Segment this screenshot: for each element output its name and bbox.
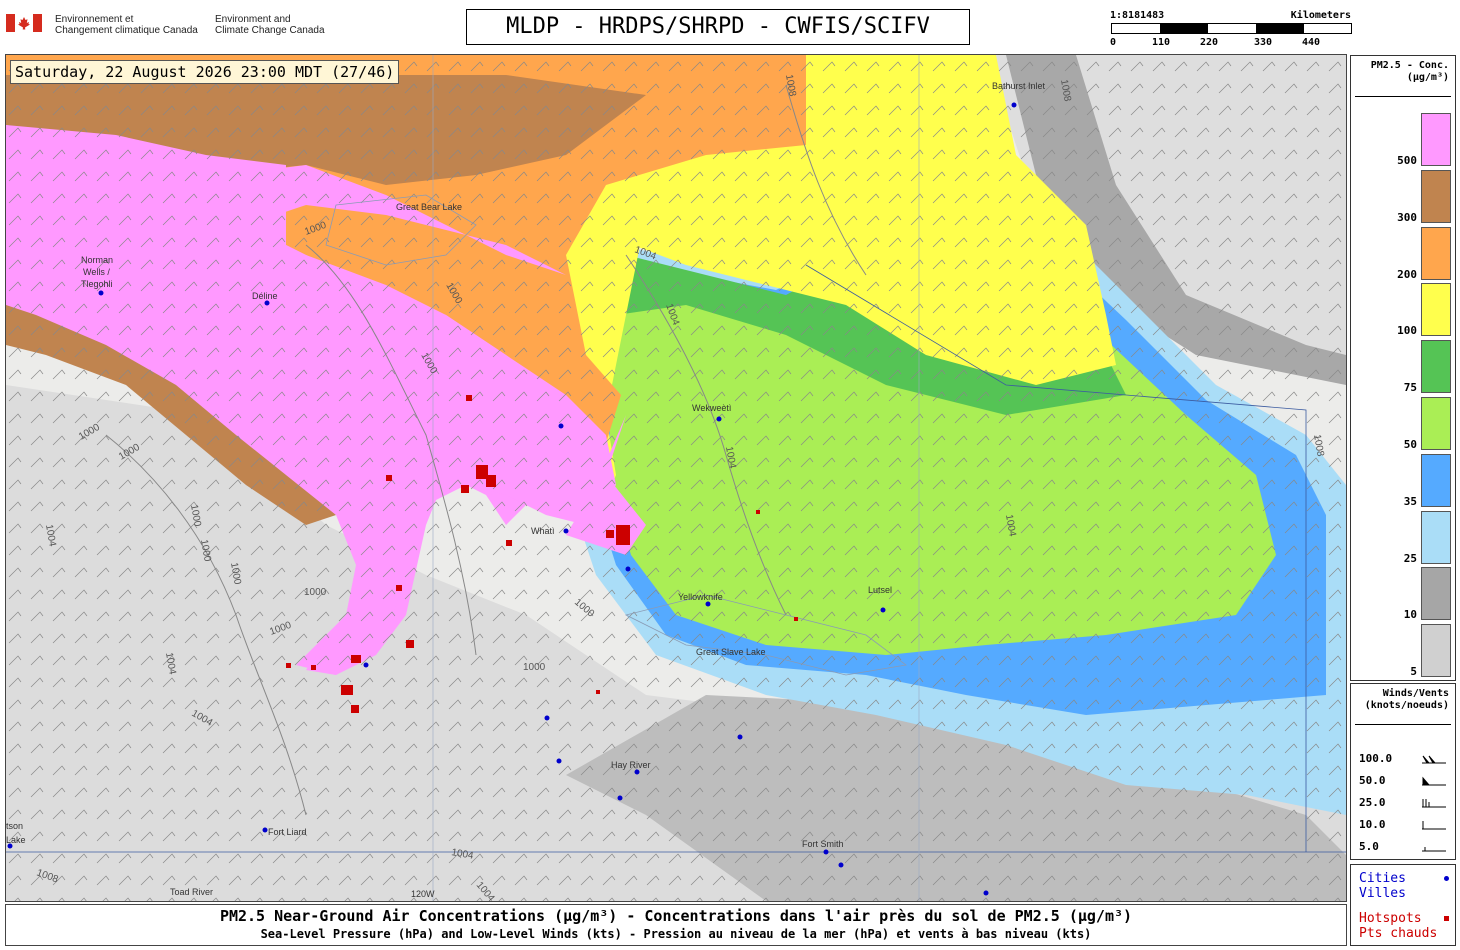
cities-label-fr: Villes [1359, 886, 1406, 901]
wind-barb-icon [1422, 821, 1446, 830]
map-canvas: Norman Wells / Tlegohli Déline Wekweètì … [6, 55, 1346, 901]
hotspots-label-en: Hotspots [1359, 911, 1422, 926]
gov-en-line2: Climate Change Canada [215, 25, 325, 36]
place-label: Tlegohli [81, 279, 113, 289]
wind-legend-unit: (knots/noeuds) [1364, 700, 1449, 711]
cities-legend-row: Cities Villes [1359, 871, 1449, 901]
wind-barbs-field [6, 55, 1346, 901]
wind-legend-title: Winds/Vents [1382, 688, 1449, 699]
place-label: Lutsel [868, 585, 892, 595]
pm25-legend-label: 75 [1403, 381, 1417, 395]
points-legend: Cities Villes Hotspots Pts chauds [1350, 864, 1456, 946]
pm25-legend-label: 200 [1397, 267, 1417, 281]
gov-fr-line2: Changement climatique Canada [55, 25, 198, 36]
wind-speed-label: 10.0 [1359, 818, 1386, 831]
wind-legend-row: 10.0 [1359, 818, 1449, 832]
pm25-legend-swatch [1421, 226, 1451, 280]
pm25-legend-label: 10 [1403, 608, 1417, 622]
wind-barb-icon [1422, 755, 1446, 764]
place-label: Bathurst Inlet [992, 81, 1046, 91]
pm25-legend-label: 25 [1403, 551, 1417, 565]
place-label: Norman [81, 255, 113, 265]
pm25-legend-title: PM2.5 - Conc. [1370, 60, 1449, 71]
caption-line-1: PM2.5 Near-Ground Air Concentrations (µg… [219, 907, 1133, 925]
wind-barb-icon [1422, 776, 1446, 786]
scale-tick: 110 [1152, 37, 1171, 48]
smoke-forecast-map[interactable]: Norman Wells / Tlegohli Déline Wekweètì … [5, 54, 1347, 902]
pm25-legend-swatch [1421, 624, 1451, 678]
gov-fr-line1: Environnement et [55, 14, 134, 25]
wind-barb-icon [1422, 847, 1446, 852]
wind-barb-icon [1422, 799, 1446, 808]
wind-legend-row: 100.0 [1359, 752, 1449, 766]
place-label: Great Bear Lake [396, 202, 462, 212]
place-label: Whatì [531, 526, 555, 536]
pm25-legend-label: 35 [1403, 494, 1417, 508]
wind-speed-label: 25.0 [1359, 796, 1386, 809]
scale-ratio: 1:8181483 [1110, 10, 1165, 21]
pm25-legend-swatch [1421, 340, 1451, 394]
scale-bar: 1:8181483 Kilometers 0 110 220 330 440 [1108, 10, 1353, 50]
place-label: Lake [6, 835, 26, 845]
scale-unit: Kilometers [1290, 10, 1351, 21]
wind-legend: Winds/Vents (knots/noeuds) 100.0 50.0 25… [1350, 683, 1456, 860]
wind-legend-row: 50.0 [1359, 774, 1449, 788]
caption-line-2: Sea-Level Pressure (hPa) and Low-Level W… [260, 927, 1092, 941]
forecast-timestamp: Saturday, 22 August 2026 23:00 MDT (27/4… [10, 60, 400, 84]
pm25-legend-label: 5 [1410, 665, 1417, 679]
place-label: Déline [252, 291, 278, 301]
place-label: 120W [411, 889, 435, 899]
wind-speed-label: 5.0 [1359, 840, 1379, 853]
pm25-legend-swatch [1421, 397, 1451, 450]
place-label: Wells / [83, 267, 110, 277]
pm25-legend-label: 50 [1403, 438, 1417, 451]
canada-flag-icon [6, 14, 42, 32]
hotspots-label-fr: Pts chauds [1359, 926, 1438, 941]
hotspot-square-icon [1444, 916, 1449, 921]
place-label: Fort Liard [268, 827, 307, 837]
pm25-legend-label: 100 [1397, 324, 1417, 338]
place-label: Wekweètì [692, 403, 731, 413]
pm25-legend-swatch [1421, 113, 1451, 166]
scale-tick: 0 [1110, 37, 1117, 48]
place-label: Toad River [170, 887, 213, 897]
pm25-legend-unit: (µg/m³) [1406, 72, 1449, 83]
pm25-legend-swatch [1421, 169, 1451, 223]
pm25-legend-swatch [1421, 510, 1451, 564]
wind-legend-row: 25.0 [1359, 796, 1449, 810]
cities-label-en: Cities [1359, 871, 1406, 886]
pm25-legend: PM2.5 - Conc. (µg/m³) 500 300 200 100 75 50 35… [1350, 55, 1456, 681]
place-label: Yellowknife [678, 592, 723, 602]
place-label: Great Slave Lake [696, 647, 766, 657]
pm25-legend-swatch [1421, 283, 1451, 337]
wind-speed-label: 50.0 [1359, 774, 1386, 787]
scale-tick: 330 [1254, 37, 1273, 48]
wind-speed-label: 100.0 [1359, 752, 1393, 765]
map-caption: PM2.5 Near-Ground Air Concentrations (µg… [5, 904, 1347, 946]
pm25-legend-swatch [1421, 453, 1451, 507]
city-dot-icon [1444, 876, 1449, 881]
gov-en-line1: Environment and [215, 14, 291, 25]
page-title: MLDP - HRDPS/SHRPD - CWFIS/SCIFV [466, 9, 970, 45]
hotspots-legend-row: Hotspots Pts chauds [1359, 911, 1449, 941]
pm25-legend-label: 500 [1397, 154, 1417, 167]
place-label: Hay River [611, 760, 651, 770]
pm25-legend-label: 300 [1397, 210, 1417, 224]
pm25-legend-swatch [1421, 567, 1451, 621]
scale-tick: 220 [1200, 37, 1219, 48]
scale-tick: 440 [1302, 37, 1321, 48]
isobar-label: 1000 [523, 662, 546, 673]
government-name-fr: Environnement et Changement climatique C… [55, 14, 198, 36]
isobar-label: 1000 [304, 587, 327, 598]
place-label: Fort Smith [802, 839, 844, 849]
government-name-en: Environment and Climate Change Canada [215, 14, 325, 36]
wind-legend-row: 5.0 [1359, 840, 1449, 854]
place-label: tson [6, 821, 23, 831]
